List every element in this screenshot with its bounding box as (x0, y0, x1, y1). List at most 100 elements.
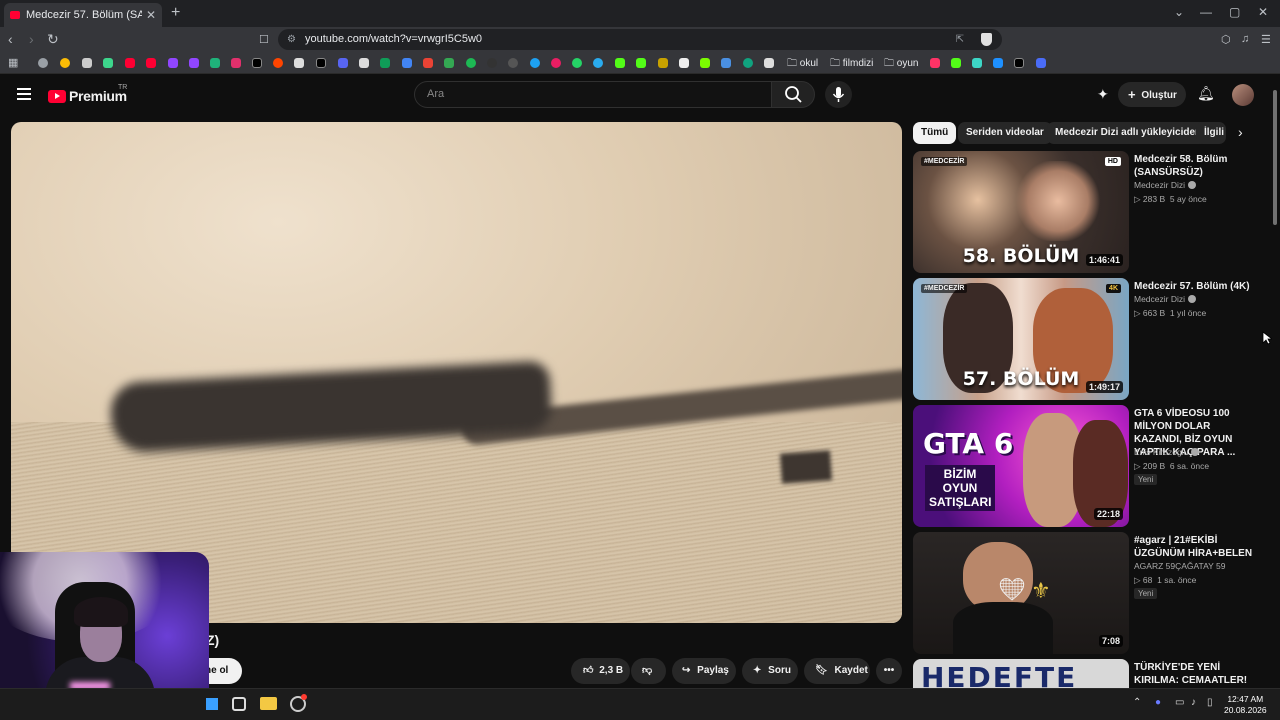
task-view-icon[interactable] (232, 697, 246, 711)
create-button[interactable]: + Oluştur (1118, 82, 1186, 107)
premium-features-icon[interactable]: ✦ (1097, 86, 1109, 103)
recommendation-item[interactable]: HEDEFTE TÜRKİYE'DE YENİ KIRILMA: CEMAATL… (913, 659, 1258, 688)
youtube-icon[interactable] (146, 58, 156, 68)
bookmark-folder-okul[interactable]: 🗀 okul (787, 56, 818, 73)
bookmark-icon[interactable] (930, 58, 940, 68)
bookmark-icon[interactable] (721, 58, 731, 68)
new-tab-icon[interactable]: + (171, 4, 180, 22)
voice-search-button[interactable] (825, 81, 852, 108)
bookmark-icon[interactable] (487, 58, 497, 68)
channel-name[interactable]: Enis Kirazoglu (1134, 447, 1200, 457)
chip-related[interactable]: İlgili (1196, 122, 1226, 144)
recommendation-title[interactable]: TÜRKİYE'DE YENİ KIRILMA: CEMAATLER! (1134, 661, 1254, 687)
url-field[interactable]: ⚙ youtube.com/watch?v=vrwgrI5C5w0 ⇱ (278, 29, 1002, 50)
google-icon[interactable] (60, 58, 70, 68)
site-info-icon[interactable]: ⚙ (287, 29, 296, 50)
telegram-icon[interactable] (593, 58, 603, 68)
twitch-icon[interactable] (189, 58, 199, 68)
bookmark-icon[interactable] (530, 58, 540, 68)
translate-icon[interactable] (402, 58, 412, 68)
back-icon[interactable]: ‹ (8, 31, 13, 47)
more-actions-button[interactable]: ••• (876, 658, 902, 684)
bookmark-icon[interactable] (82, 58, 92, 68)
bookmark-icon[interactable] (972, 58, 982, 68)
bookmark-icon[interactable] (294, 58, 304, 68)
drive-icon[interactable] (444, 58, 454, 68)
share-button[interactable]: ↪ Paylaş (672, 658, 736, 684)
video-thumbnail[interactable]: 🖤︎ ⚜ 7:08 (913, 532, 1129, 654)
recommendation-item[interactable]: 🖤︎ ⚜ 7:08 #agarz | 21#EKİBİ ÜZGÜNÜM HİRA… (913, 532, 1258, 654)
video-thumbnail[interactable]: HEDEFTE (913, 659, 1129, 688)
close-window-icon[interactable]: ✕ (1258, 5, 1268, 19)
file-explorer-icon[interactable] (260, 697, 277, 710)
youtube-icon[interactable] (125, 58, 135, 68)
search-button[interactable] (771, 81, 815, 108)
tiktok-icon[interactable] (316, 58, 326, 68)
youtube-premium-logo[interactable]: Premium TR (48, 84, 127, 104)
shield-icon[interactable] (981, 33, 992, 46)
search-input[interactable]: Ara (414, 81, 772, 108)
chip-from-uploader[interactable]: Medcezir Dizi adlı yükleyiciden (1047, 122, 1210, 144)
gmail-icon[interactable] (423, 58, 433, 68)
history-icon[interactable] (38, 58, 48, 68)
minimize-icon[interactable]: — (1200, 5, 1212, 19)
reddit-icon[interactable] (273, 58, 283, 68)
bookmark-icon[interactable] (1036, 58, 1046, 68)
video-thumbnail[interactable]: #MEDCEZİR 4K 57. BÖLÜM 1:49:17 (913, 278, 1129, 400)
network-icon[interactable]: ▭ (1175, 697, 1184, 708)
ask-button[interactable]: ✦ Soru (742, 658, 798, 684)
github-icon[interactable] (508, 58, 518, 68)
microphone-icon[interactable]: ● (1155, 697, 1161, 708)
reload-icon[interactable]: ↻ (47, 31, 59, 48)
bookmark-icon[interactable] (103, 58, 113, 68)
bookmark-icon[interactable] (551, 58, 561, 68)
bookmark-folder-oyun[interactable]: 🗀 oyun (884, 56, 918, 73)
bookmark-icon[interactable] (380, 58, 390, 68)
bookmark-icon[interactable] (679, 58, 689, 68)
kick-icon[interactable] (615, 58, 625, 68)
video-player[interactable] (11, 122, 902, 623)
battery-icon[interactable]: ▯ (1207, 697, 1213, 708)
recommendation-item[interactable]: #MEDCEZİR HD 58. BÖLÜM 1:46:41 Medcezir … (913, 151, 1258, 273)
bookmark-icon[interactable] (764, 58, 774, 68)
kick-icon[interactable] (636, 58, 646, 68)
channel-name[interactable]: Medcezir Dizi (1134, 294, 1197, 304)
bookmark-folder-filmdizi[interactable]: 🗀 filmdizi (830, 56, 873, 73)
chip-all[interactable]: Tümü (913, 122, 957, 144)
bookmark-icon[interactable] (210, 58, 220, 68)
dislike-button[interactable]: 👎︎ (631, 658, 666, 684)
kick-icon[interactable] (951, 58, 961, 68)
recommendation-title[interactable]: #agarz | 21#EKİBİ ÜZGÜNÜM HİRA+BELEN (1134, 534, 1254, 560)
maximize-icon[interactable]: ▢ (1229, 5, 1240, 19)
channel-name[interactable]: AGARZ 59ÇAĞATAY 59 (1134, 561, 1226, 571)
bookmark-icon[interactable] (1014, 58, 1024, 68)
close-tab-icon[interactable]: ✕ (146, 8, 156, 22)
bookmark-icon[interactable] (700, 58, 710, 68)
spotify-icon[interactable] (466, 58, 476, 68)
browser-tab[interactable]: Medcezir 57. Bölüm (SANSÜRSÜZ ✕ (4, 3, 162, 27)
recommendation-title[interactable]: Medcezir 57. Bölüm (4K) (1134, 280, 1254, 293)
scrollbar-thumb[interactable] (1273, 90, 1277, 225)
bookmark-icon[interactable] (993, 58, 1003, 68)
chip-series-videos[interactable]: Seriden videolar (958, 122, 1052, 144)
windows-start-icon[interactable] (206, 698, 218, 710)
bookmark-icon[interactable]: ☐ (259, 33, 269, 46)
hamburger-menu-icon[interactable] (17, 88, 31, 100)
recommendation-item[interactable]: #MEDCEZİR 4K 57. BÖLÜM 1:49:17 Medcezir … (913, 278, 1258, 400)
discord-icon[interactable] (338, 58, 348, 68)
twitch-icon[interactable] (168, 58, 178, 68)
avatar[interactable] (1232, 84, 1254, 106)
x-icon[interactable] (252, 58, 262, 68)
tab-search-icon[interactable]: ⌄ (1174, 5, 1184, 19)
forward-icon[interactable]: › (29, 31, 34, 47)
tray-chevron-icon[interactable]: ⌃ (1133, 697, 1141, 708)
chatgpt-icon[interactable] (743, 58, 753, 68)
apps-grid-icon[interactable]: ▦ (8, 56, 18, 69)
bookmark-icon[interactable] (359, 58, 369, 68)
like-button[interactable]: 👍︎ 2,3 B (571, 658, 630, 684)
video-thumbnail[interactable]: #MEDCEZİR HD 58. BÖLÜM 1:46:41 (913, 151, 1129, 273)
taskbar-clock[interactable]: 12:47 AM 20.08.2026 (1224, 694, 1267, 716)
video-thumbnail[interactable]: GTA 6 BİZİM OYUN SATIŞLARI 22:18 (913, 405, 1129, 527)
recommendation-item[interactable]: GTA 6 BİZİM OYUN SATIŞLARI 22:18 GTA 6 V… (913, 405, 1258, 527)
volume-icon[interactable]: ♪ (1191, 697, 1196, 708)
